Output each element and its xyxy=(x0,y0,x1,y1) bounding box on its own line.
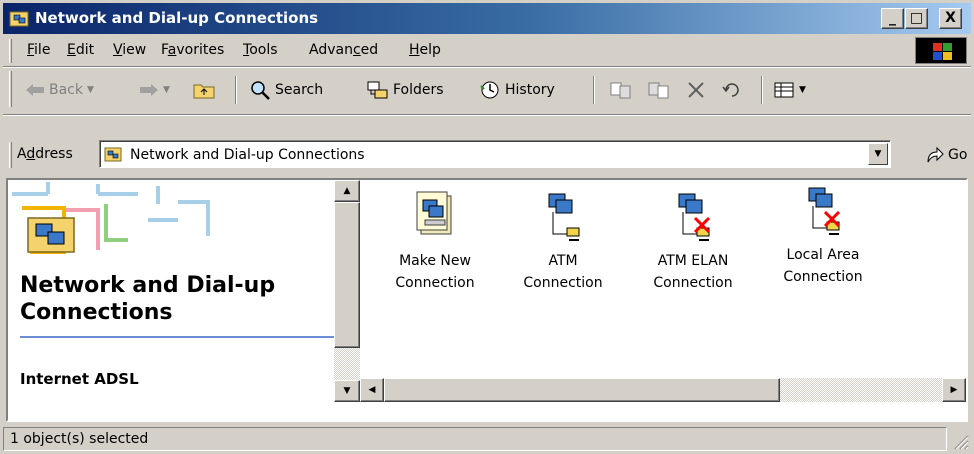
copy-to-icon xyxy=(648,82,669,99)
item-label-line1: Make New xyxy=(399,253,471,269)
network-folder-icon xyxy=(9,11,29,27)
address-input[interactable]: Network and Dial-up Connections ▼ xyxy=(99,140,891,168)
back-label: Back xyxy=(49,82,83,98)
disconnected-network-icon xyxy=(678,193,711,241)
views-dropdown-icon[interactable]: ▼ xyxy=(799,85,806,95)
address-bar: Address Network and Dial-up Connections … xyxy=(3,136,971,172)
folders-button[interactable]: Folders xyxy=(367,78,444,102)
panel-banner-graphic xyxy=(12,182,210,254)
menu-favorites[interactable]: Favorites xyxy=(161,42,224,58)
vertical-scrollbar[interactable]: ▲ ▼ xyxy=(334,180,360,402)
menu-edit[interactable]: Edit xyxy=(67,42,94,58)
undo-button[interactable] xyxy=(721,78,743,102)
views-icon xyxy=(774,82,794,98)
item-label-line2: Connection xyxy=(523,275,603,291)
horizontal-scroll-thumb[interactable] xyxy=(384,378,780,402)
folders-icon xyxy=(367,81,388,99)
history-button[interactable]: History xyxy=(479,78,555,102)
toolbar-separator xyxy=(235,76,237,104)
undo-icon xyxy=(722,83,739,97)
resize-grip-icon[interactable] xyxy=(951,432,969,450)
copy-to-button[interactable] xyxy=(647,78,671,102)
menubar-grip[interactable] xyxy=(9,39,12,63)
go-label: Go xyxy=(948,147,968,163)
search-icon xyxy=(251,81,270,100)
standard-toolbar: Back ▼ ▼ Search Folders History ▼ xyxy=(3,68,971,112)
panel-title: Network and Dial-up Connections xyxy=(20,273,276,325)
item-label-line2: Connection xyxy=(783,269,863,285)
back-arrow-icon xyxy=(26,84,44,96)
scroll-down-button[interactable]: ▼ xyxy=(334,380,360,402)
item-label-line1: ATM xyxy=(548,253,578,269)
separator xyxy=(3,114,971,116)
scroll-right-button[interactable]: ▶ xyxy=(942,378,966,402)
search-label: Search xyxy=(275,82,324,98)
info-panel: Network and Dial-up Connections Internet… xyxy=(8,180,334,402)
forward-dropdown-icon[interactable]: ▼ xyxy=(163,85,170,95)
menu-file[interactable]: File xyxy=(27,42,50,58)
toolbar-grip[interactable] xyxy=(9,71,12,107)
back-button[interactable]: Back ▼ xyxy=(25,78,94,102)
addressbar-grip[interactable] xyxy=(9,142,12,168)
history-icon xyxy=(480,81,499,99)
windows-logo-icon xyxy=(915,37,967,64)
content-pane: Network and Dial-up Connections Internet… xyxy=(6,178,968,422)
minimize-button[interactable]: _ xyxy=(881,8,904,29)
back-dropdown-icon[interactable]: ▼ xyxy=(87,85,94,95)
atm-elan-connection-item[interactable]: ATM ELAN Connection xyxy=(638,190,748,294)
network-folder-icon xyxy=(104,147,122,162)
network-connection-icon xyxy=(548,193,580,241)
address-value: Network and Dial-up Connections xyxy=(130,147,365,163)
panel-subtitle[interactable]: Internet ADSL xyxy=(20,370,139,388)
menu-view[interactable]: View xyxy=(113,42,146,58)
status-bar: 1 object(s) selected xyxy=(3,424,971,452)
go-button[interactable]: Go xyxy=(925,146,967,164)
atm-connection-item[interactable]: ATM Connection xyxy=(508,190,618,294)
up-folder-button[interactable] xyxy=(193,78,215,102)
history-label: History xyxy=(505,82,555,98)
item-label-line2: Connection xyxy=(653,275,733,291)
scroll-up-button[interactable]: ▲ xyxy=(334,180,360,202)
folders-label: Folders xyxy=(393,82,444,98)
title-bar[interactable]: Network and Dial-up Connections _ □ X xyxy=(3,3,971,34)
vertical-scroll-thumb[interactable] xyxy=(334,202,360,348)
delete-icon xyxy=(688,82,704,98)
scroll-left-button[interactable]: ◀ xyxy=(360,378,384,402)
address-label: Address xyxy=(17,146,73,162)
move-to-icon xyxy=(610,82,631,99)
window-title: Network and Dial-up Connections xyxy=(35,9,319,27)
status-text: 1 object(s) selected xyxy=(3,427,947,451)
menu-tools[interactable]: Tools xyxy=(243,42,278,58)
views-button[interactable]: ▼ xyxy=(773,78,806,102)
item-label-line1: Local Area xyxy=(786,247,860,263)
disconnected-network-icon xyxy=(808,187,841,235)
delete-button[interactable] xyxy=(685,78,707,102)
up-folder-icon xyxy=(193,84,215,99)
close-button[interactable]: X xyxy=(939,8,962,29)
search-button[interactable]: Search xyxy=(249,78,323,102)
menu-help[interactable]: Help xyxy=(409,42,441,58)
item-label-line1: ATM ELAN xyxy=(657,253,729,269)
item-label-line2: Connection xyxy=(395,275,475,291)
local-area-connection-item[interactable]: Local Area Connection xyxy=(768,184,878,288)
move-to-button[interactable] xyxy=(609,78,633,102)
maximize-button[interactable]: □ xyxy=(905,8,928,29)
menu-bar: File Edit View Favorites Tools Advanced … xyxy=(3,36,971,66)
make-new-connection-item[interactable]: Make New Connection xyxy=(380,190,490,294)
horizontal-scrollbar[interactable]: ◀ ▶ xyxy=(360,378,966,402)
toolbar-separator xyxy=(593,76,595,104)
make-new-connection-icon xyxy=(416,191,452,235)
forward-button[interactable]: ▼ xyxy=(139,78,170,102)
panel-divider xyxy=(20,336,334,338)
go-arrow-icon xyxy=(927,146,944,163)
menu-advanced[interactable]: Advanced xyxy=(309,42,378,58)
forward-arrow-icon xyxy=(140,84,158,96)
explorer-window: Network and Dial-up Connections _ □ X Fi… xyxy=(0,0,974,454)
address-dropdown-button[interactable]: ▼ xyxy=(868,143,888,165)
toolbar-separator xyxy=(761,76,763,104)
